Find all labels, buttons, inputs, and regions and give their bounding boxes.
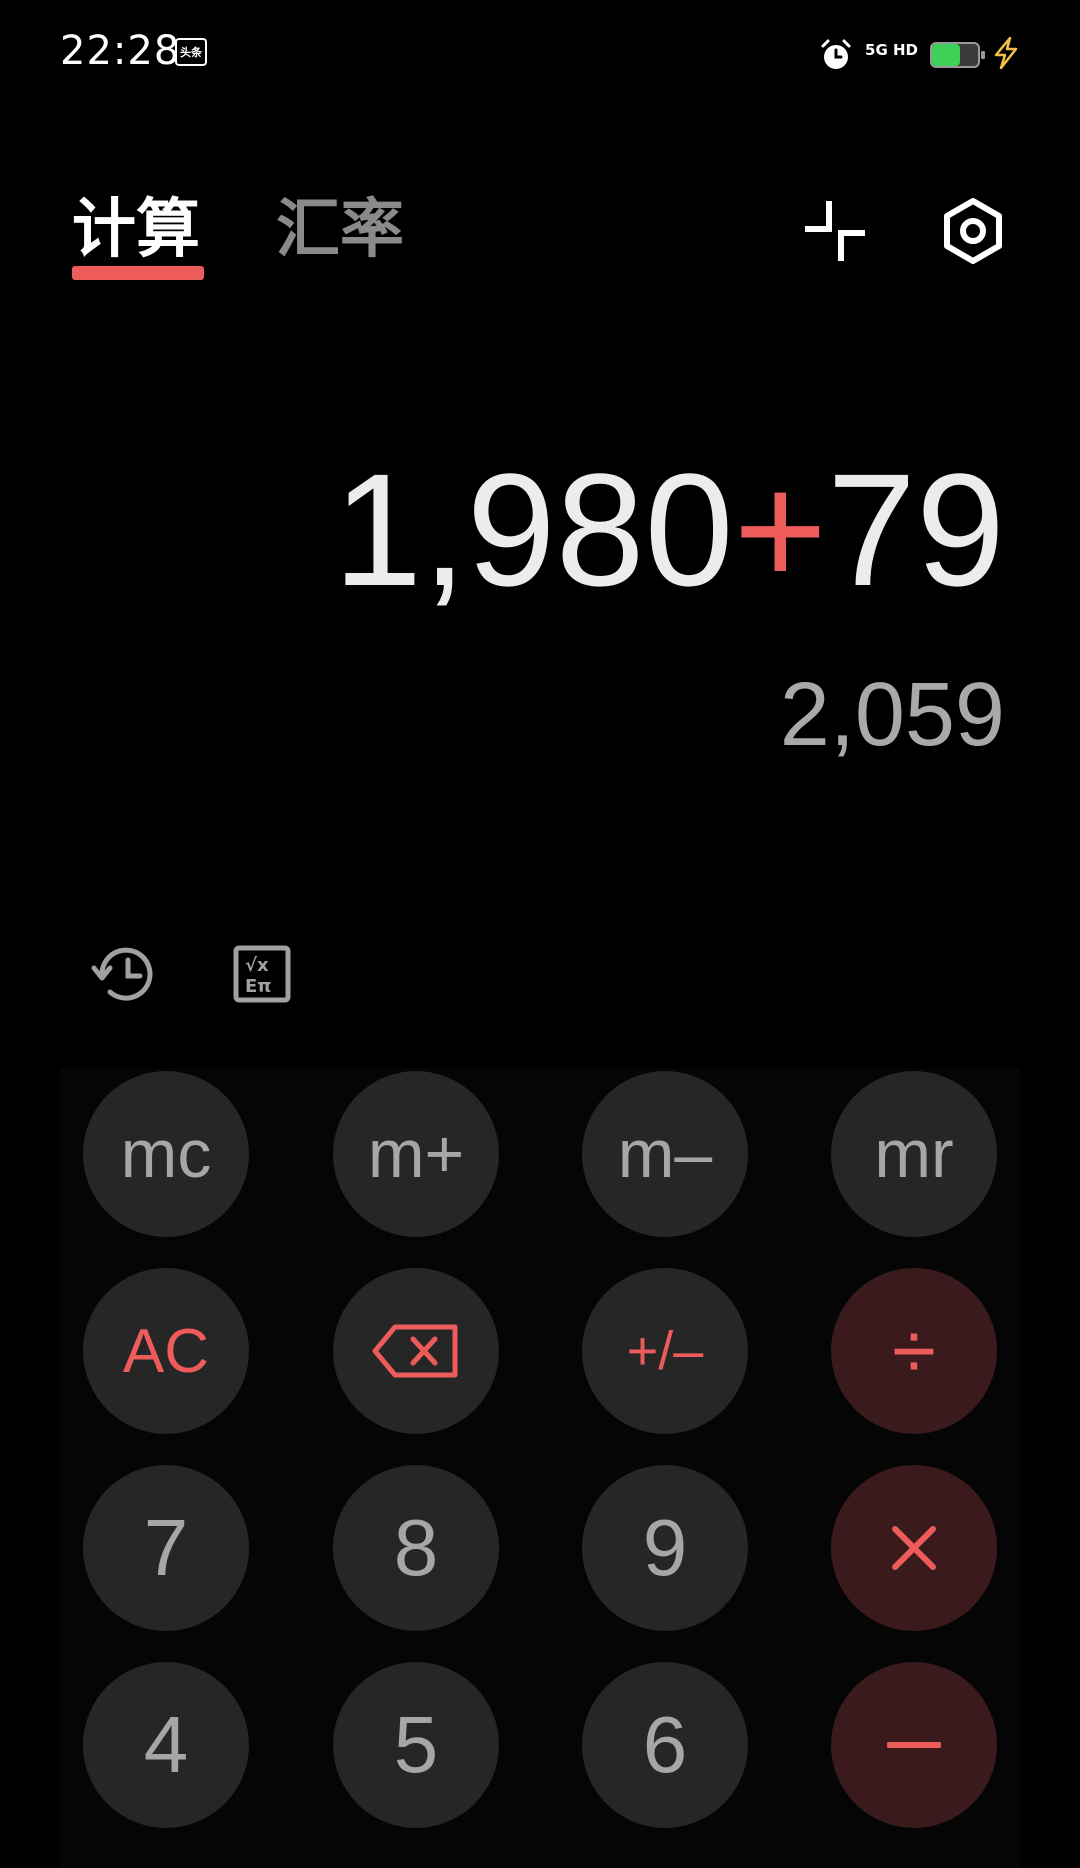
- battery-level-fill: [932, 44, 960, 66]
- divide-button[interactable]: ÷: [831, 1268, 997, 1434]
- memory-add-button[interactable]: m+: [333, 1071, 499, 1237]
- active-tab-indicator: [72, 266, 204, 280]
- multiply-icon: [892, 1526, 936, 1570]
- digit-7-button[interactable]: 7: [83, 1465, 249, 1631]
- expression-display: 1,980+79: [333, 440, 1005, 620]
- subtract-button[interactable]: [831, 1662, 997, 1828]
- digit-6-button[interactable]: 6: [582, 1662, 748, 1828]
- battery-icon: [930, 42, 985, 68]
- history-icon[interactable]: [88, 938, 160, 1010]
- digit-5-button[interactable]: 5: [333, 1662, 499, 1828]
- expression-operand-left: 1,980: [333, 440, 734, 619]
- scientific-icon[interactable]: √x Eπ: [226, 938, 298, 1010]
- backspace-icon: [372, 1324, 458, 1378]
- settings-icon[interactable]: [938, 196, 1008, 266]
- all-clear-button[interactable]: AC: [83, 1268, 249, 1434]
- status-bar: 22:28 头条 5G HD: [0, 0, 1080, 110]
- expression-operand-right: 79: [827, 440, 1005, 619]
- status-time: 22:28: [60, 28, 181, 74]
- digit-9-button[interactable]: 9: [582, 1465, 748, 1631]
- battery-tip: [981, 51, 985, 59]
- tab-exchange-rate[interactable]: 汇率: [276, 190, 404, 270]
- status-indicators: 5G HD: [819, 30, 1020, 80]
- tab-calculate[interactable]: 计算: [72, 190, 200, 270]
- memory-subtract-button[interactable]: m–: [582, 1071, 748, 1237]
- sign-toggle-button[interactable]: +/–: [582, 1268, 748, 1434]
- digit-4-button[interactable]: 4: [83, 1662, 249, 1828]
- keypad: mc m+ m– mr AC +/– ÷ 7 8 9 4 5 6: [60, 1068, 1020, 1868]
- notification-app-label: 头条: [180, 46, 202, 59]
- network-indicator: 5G HD: [865, 41, 918, 59]
- digit-8-button[interactable]: 8: [333, 1465, 499, 1631]
- minus-icon: [887, 1742, 941, 1748]
- alarm-icon: [819, 38, 853, 72]
- multiply-button[interactable]: [831, 1465, 997, 1631]
- svg-text:√x: √x: [245, 955, 269, 976]
- svg-text:Eπ: Eπ: [245, 976, 272, 997]
- result-display: 2,059: [779, 665, 1005, 765]
- expression-operator: +: [733, 440, 828, 619]
- collapse-icon[interactable]: [800, 196, 870, 266]
- memory-recall-button[interactable]: mr: [831, 1071, 997, 1237]
- toutiao-notification-icon: 头条: [175, 38, 207, 66]
- memory-clear-button[interactable]: mc: [83, 1071, 249, 1237]
- backspace-button[interactable]: [333, 1268, 499, 1434]
- charging-icon: [992, 36, 1020, 73]
